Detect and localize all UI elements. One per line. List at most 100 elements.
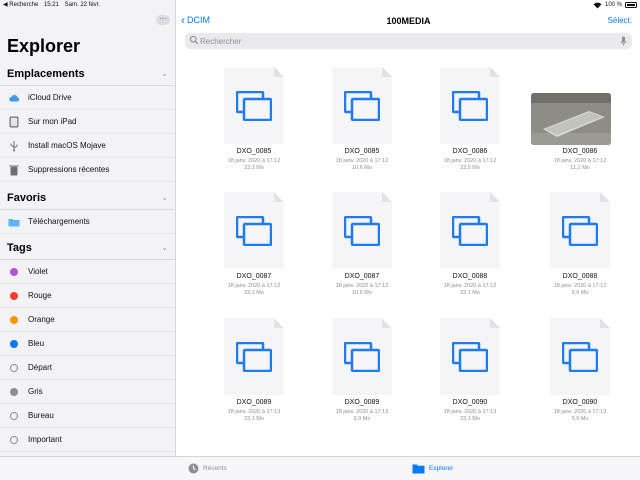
wifi-icon: [593, 2, 602, 9]
sidebar-item-tag-depart[interactable]: Départ: [0, 356, 175, 380]
sidebar-item-downloads[interactable]: Téléchargements: [0, 210, 175, 234]
file-document-icon: [440, 192, 500, 269]
file-item[interactable]: DXO_0086 18 janv. 2020 à 17:12 11,1 Mo: [530, 58, 630, 171]
sidebar-item-tag-bureau[interactable]: Bureau: [0, 404, 175, 428]
tab-label: Récents: [203, 465, 227, 472]
file-name: DXO_0088: [562, 273, 598, 280]
files-app: ··· Explorer Emplacements ⌄ iCloud Drive…: [0, 0, 640, 480]
file-date: 18 janv. 2020 à 17:12: [443, 158, 497, 164]
file-name: DXO_0090: [452, 399, 488, 406]
file-item[interactable]: DXO_0088 18 janv. 2020 à 17:12 23,1 Mo: [420, 183, 520, 296]
file-document-icon: [224, 318, 284, 395]
file-size: 9,9 Mo: [571, 290, 589, 296]
file-document-icon: [224, 192, 284, 269]
microphone-icon[interactable]: [620, 36, 627, 46]
file-document-icon: [440, 318, 500, 395]
tag-color-dot: [10, 292, 18, 300]
sidebar-item-install-macos[interactable]: Install macOS Mojave: [0, 134, 175, 158]
file-size: 10,6 Mo: [352, 165, 372, 171]
sidebar-item-tag-violet[interactable]: Violet: [0, 260, 175, 284]
file-document-icon: [550, 192, 610, 269]
file-document-icon: [332, 192, 392, 269]
file-item[interactable]: DXO_0089 18 janv. 2020 à 17:13 23,1 Mo: [204, 309, 304, 422]
file-size: 23,3 Mo: [244, 165, 264, 171]
photo-thumbnail: [531, 93, 611, 145]
cloud-icon: [9, 95, 20, 102]
file-date: 18 janv. 2020 à 17:12: [335, 158, 389, 164]
tags-header[interactable]: Tags ⌄: [0, 236, 175, 260]
file-date: 18 janv. 2020 à 17:13: [443, 409, 497, 415]
file-item[interactable]: DXO_0086 18 janv. 2020 à 17:12 23,5 Mo: [420, 58, 520, 171]
tag-empty-circle-icon: [10, 436, 18, 444]
favorites-section: Favoris ⌄ Téléchargements: [0, 186, 175, 234]
tab-recents[interactable]: Récents: [188, 463, 227, 474]
file-document-icon: [332, 67, 392, 144]
sidebar-item-label: Violet: [28, 267, 48, 276]
section-title: Tags: [7, 242, 32, 254]
file-name: DXO_0087: [344, 273, 380, 280]
sidebar-item-tag-red[interactable]: Rouge: [0, 284, 175, 308]
sidebar-item-label: Sur mon iPad: [28, 117, 77, 126]
sidebar-item-label: Rouge: [28, 291, 52, 300]
favorites-header[interactable]: Favoris ⌄: [0, 186, 175, 210]
sidebar-item-label: Install macOS Mojave: [28, 141, 106, 150]
tab-explorer[interactable]: Explorer: [412, 463, 453, 474]
trash-icon: [9, 165, 19, 176]
file-item[interactable]: DXO_0089 18 janv. 2020 à 17:13 9,9 Mo: [312, 309, 412, 422]
sidebar-item-label: Bureau: [28, 411, 54, 420]
status-time: 15:21: [43, 2, 59, 8]
search-bar: [185, 33, 632, 49]
tag-color-dot: [10, 388, 18, 396]
file-item[interactable]: DXO_0087 18 janv. 2020 à 17:12 23,2 Mo: [204, 183, 304, 296]
file-date: 18 janv. 2020 à 17:12: [335, 283, 389, 289]
file-date: 18 janv. 2020 à 17:13: [335, 409, 389, 415]
folder-title: 100MEDIA: [386, 16, 431, 26]
sidebar-item-tag-gray[interactable]: Gris: [0, 380, 175, 404]
ipad-icon: [9, 116, 19, 128]
file-date: 18 janv. 2020 à 17:12: [227, 283, 281, 289]
sidebar-item-recently-deleted[interactable]: Suppressions récentes: [0, 158, 175, 182]
sidebar-item-tag-blue[interactable]: Bleu: [0, 332, 175, 356]
section-title: Favoris: [7, 192, 47, 204]
file-grid: DXO_0085 18 janv. 2020 à 17:12 23,3 Mo D…: [177, 56, 640, 456]
folder-icon: [412, 464, 425, 474]
status-back-link[interactable]: ◀ Recherche: [3, 2, 38, 8]
select-button[interactable]: Sélect.: [608, 16, 632, 25]
locations-header[interactable]: Emplacements ⌄: [0, 62, 175, 86]
file-size: 23,1 Mo: [460, 290, 480, 296]
file-date: 18 janv. 2020 à 17:13: [553, 409, 607, 415]
tag-color-dot: [10, 316, 18, 324]
file-item[interactable]: DXO_0087 18 janv. 2020 à 17:12 10,6 Mo: [312, 183, 412, 296]
tag-color-dot: [10, 268, 18, 276]
file-document-icon: [550, 318, 610, 395]
tab-label: Explorer: [429, 465, 454, 472]
usb-icon: [10, 141, 18, 152]
sidebar-item-on-my-ipad[interactable]: Sur mon iPad: [0, 110, 175, 134]
search-input[interactable]: [200, 35, 600, 47]
sidebar-title: Explorer: [7, 36, 81, 56]
file-date: 18 janv. 2020 à 17:12: [227, 158, 281, 164]
chevron-down-icon: ⌄: [161, 243, 168, 252]
file-document-icon: [332, 318, 392, 395]
file-item[interactable]: DXO_0090 18 janv. 2020 à 17:13 23,1 Mo: [420, 309, 520, 422]
status-bar: ◀ Recherche 15:21 Sam. 22 févr. 100 %: [0, 0, 640, 10]
file-size: 23,2 Mo: [244, 290, 264, 296]
status-date: Sam. 22 févr.: [64, 2, 101, 8]
more-options-button[interactable]: ···: [156, 15, 170, 25]
file-document-icon: [440, 67, 500, 144]
sidebar-item-label: Important: [28, 435, 62, 444]
file-item[interactable]: DXO_0088 18 janv. 2020 à 17:12 9,9 Mo: [530, 183, 630, 296]
file-item[interactable]: DXO_0085 18 janv. 2020 à 17:12 23,3 Mo: [204, 58, 304, 171]
file-size: 9,9 Mo: [353, 416, 371, 422]
file-item[interactable]: DXO_0090 18 janv. 2020 à 17:13 9,9 Mo: [530, 309, 630, 422]
file-size: 11,1 Mo: [570, 165, 590, 171]
sidebar-item-icloud-drive[interactable]: iCloud Drive: [0, 86, 175, 110]
sidebar-item-label: Téléchargements: [28, 217, 90, 226]
sidebar-item-tag-orange[interactable]: Orange: [0, 308, 175, 332]
folder-icon: [8, 219, 20, 227]
file-name: DXO_0087: [236, 273, 272, 280]
clock-icon: [188, 463, 199, 474]
sidebar-item-tag-important[interactable]: Important: [0, 428, 175, 452]
tag-color-dot: [10, 340, 18, 348]
file-item[interactable]: DXO_0085 18 janv. 2020 à 17:12 10,6 Mo: [312, 58, 412, 171]
